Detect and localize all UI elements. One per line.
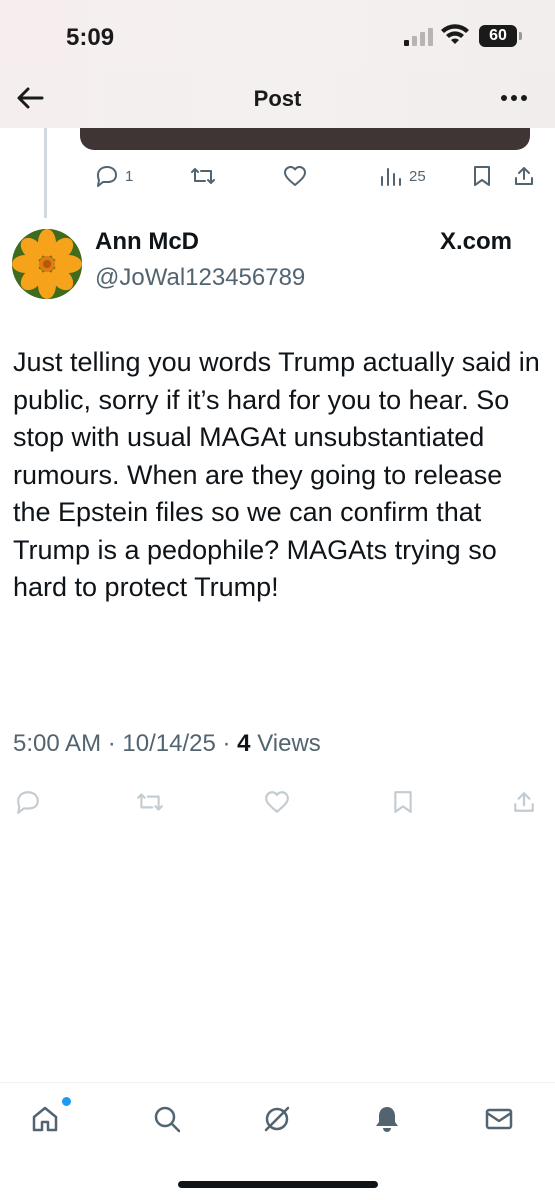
nav-messages[interactable] — [481, 1101, 517, 1137]
notifications-icon — [376, 1107, 398, 1132]
source-link[interactable]: X.com — [440, 228, 512, 256]
reply-button[interactable]: 1 — [95, 165, 133, 187]
grok-icon — [264, 1106, 290, 1132]
home-icon — [32, 1106, 58, 1132]
battery-level: 60 — [489, 27, 507, 44]
battery-icon: 60 — [479, 25, 522, 47]
repost-icon — [137, 793, 163, 811]
nav-search[interactable] — [149, 1101, 185, 1137]
heart-icon — [265, 791, 289, 813]
like-button[interactable] — [264, 790, 290, 814]
more-button[interactable] — [494, 82, 534, 114]
bookmark-button[interactable] — [392, 790, 414, 814]
search-icon — [154, 1106, 181, 1133]
share-icon — [515, 167, 533, 185]
views-count: 25 — [409, 167, 426, 185]
share-icon — [514, 792, 534, 812]
separator-dot: · — [222, 730, 238, 757]
reply-icon — [97, 166, 117, 187]
wifi-icon — [441, 24, 469, 44]
nav-notifications[interactable] — [369, 1101, 405, 1137]
bar-chart-icon — [381, 168, 401, 186]
more-horizontal-icon — [501, 95, 527, 101]
author-handle[interactable]: @JoWal123456789 — [95, 264, 305, 292]
post-actions — [0, 790, 555, 820]
heart-icon — [284, 166, 306, 186]
repost-button[interactable] — [190, 165, 216, 187]
home-indicator[interactable] — [178, 1181, 378, 1188]
page-title: Post — [253, 86, 302, 111]
messages-icon — [485, 1108, 513, 1130]
status-bar: 5:09 60 — [0, 0, 555, 70]
bookmark-button[interactable] — [472, 165, 492, 187]
status-time: 5:09 — [66, 24, 115, 51]
views-label[interactable]: Views — [257, 730, 321, 757]
reply-icon — [17, 791, 39, 814]
post-date: 10/14/25 — [122, 730, 216, 757]
separator-dot: · — [107, 730, 123, 757]
reply-count: 1 — [125, 167, 134, 185]
views-count: 4 — [237, 730, 251, 757]
nav-home[interactable] — [27, 1101, 63, 1137]
bookmark-icon — [394, 791, 412, 813]
reply-button[interactable] — [15, 790, 41, 814]
share-button[interactable] — [513, 165, 535, 187]
avatar[interactable] — [12, 229, 82, 299]
nav-grok[interactable] — [259, 1101, 295, 1137]
notification-dot — [62, 1097, 71, 1106]
header: Post — [0, 70, 555, 128]
cellular-signal-icon — [404, 28, 433, 46]
author-name[interactable]: Ann McD — [95, 228, 199, 256]
quoted-media-card[interactable] — [80, 128, 530, 150]
post-meta: 5:00 AM · 10/14/25 · 4 Views — [13, 730, 321, 758]
share-button[interactable] — [512, 790, 536, 814]
repost-icon — [191, 168, 215, 184]
orange-flower-avatar-image — [12, 229, 82, 299]
bookmark-icon — [474, 166, 490, 186]
post-text: Just telling you words Trump actually sa… — [13, 347, 540, 602]
post-time: 5:00 AM — [13, 730, 102, 757]
parent-post-actions: 1 25 — [0, 165, 555, 195]
views-button[interactable]: 25 — [379, 165, 426, 187]
like-button[interactable] — [283, 165, 307, 187]
repost-button[interactable] — [136, 790, 164, 814]
